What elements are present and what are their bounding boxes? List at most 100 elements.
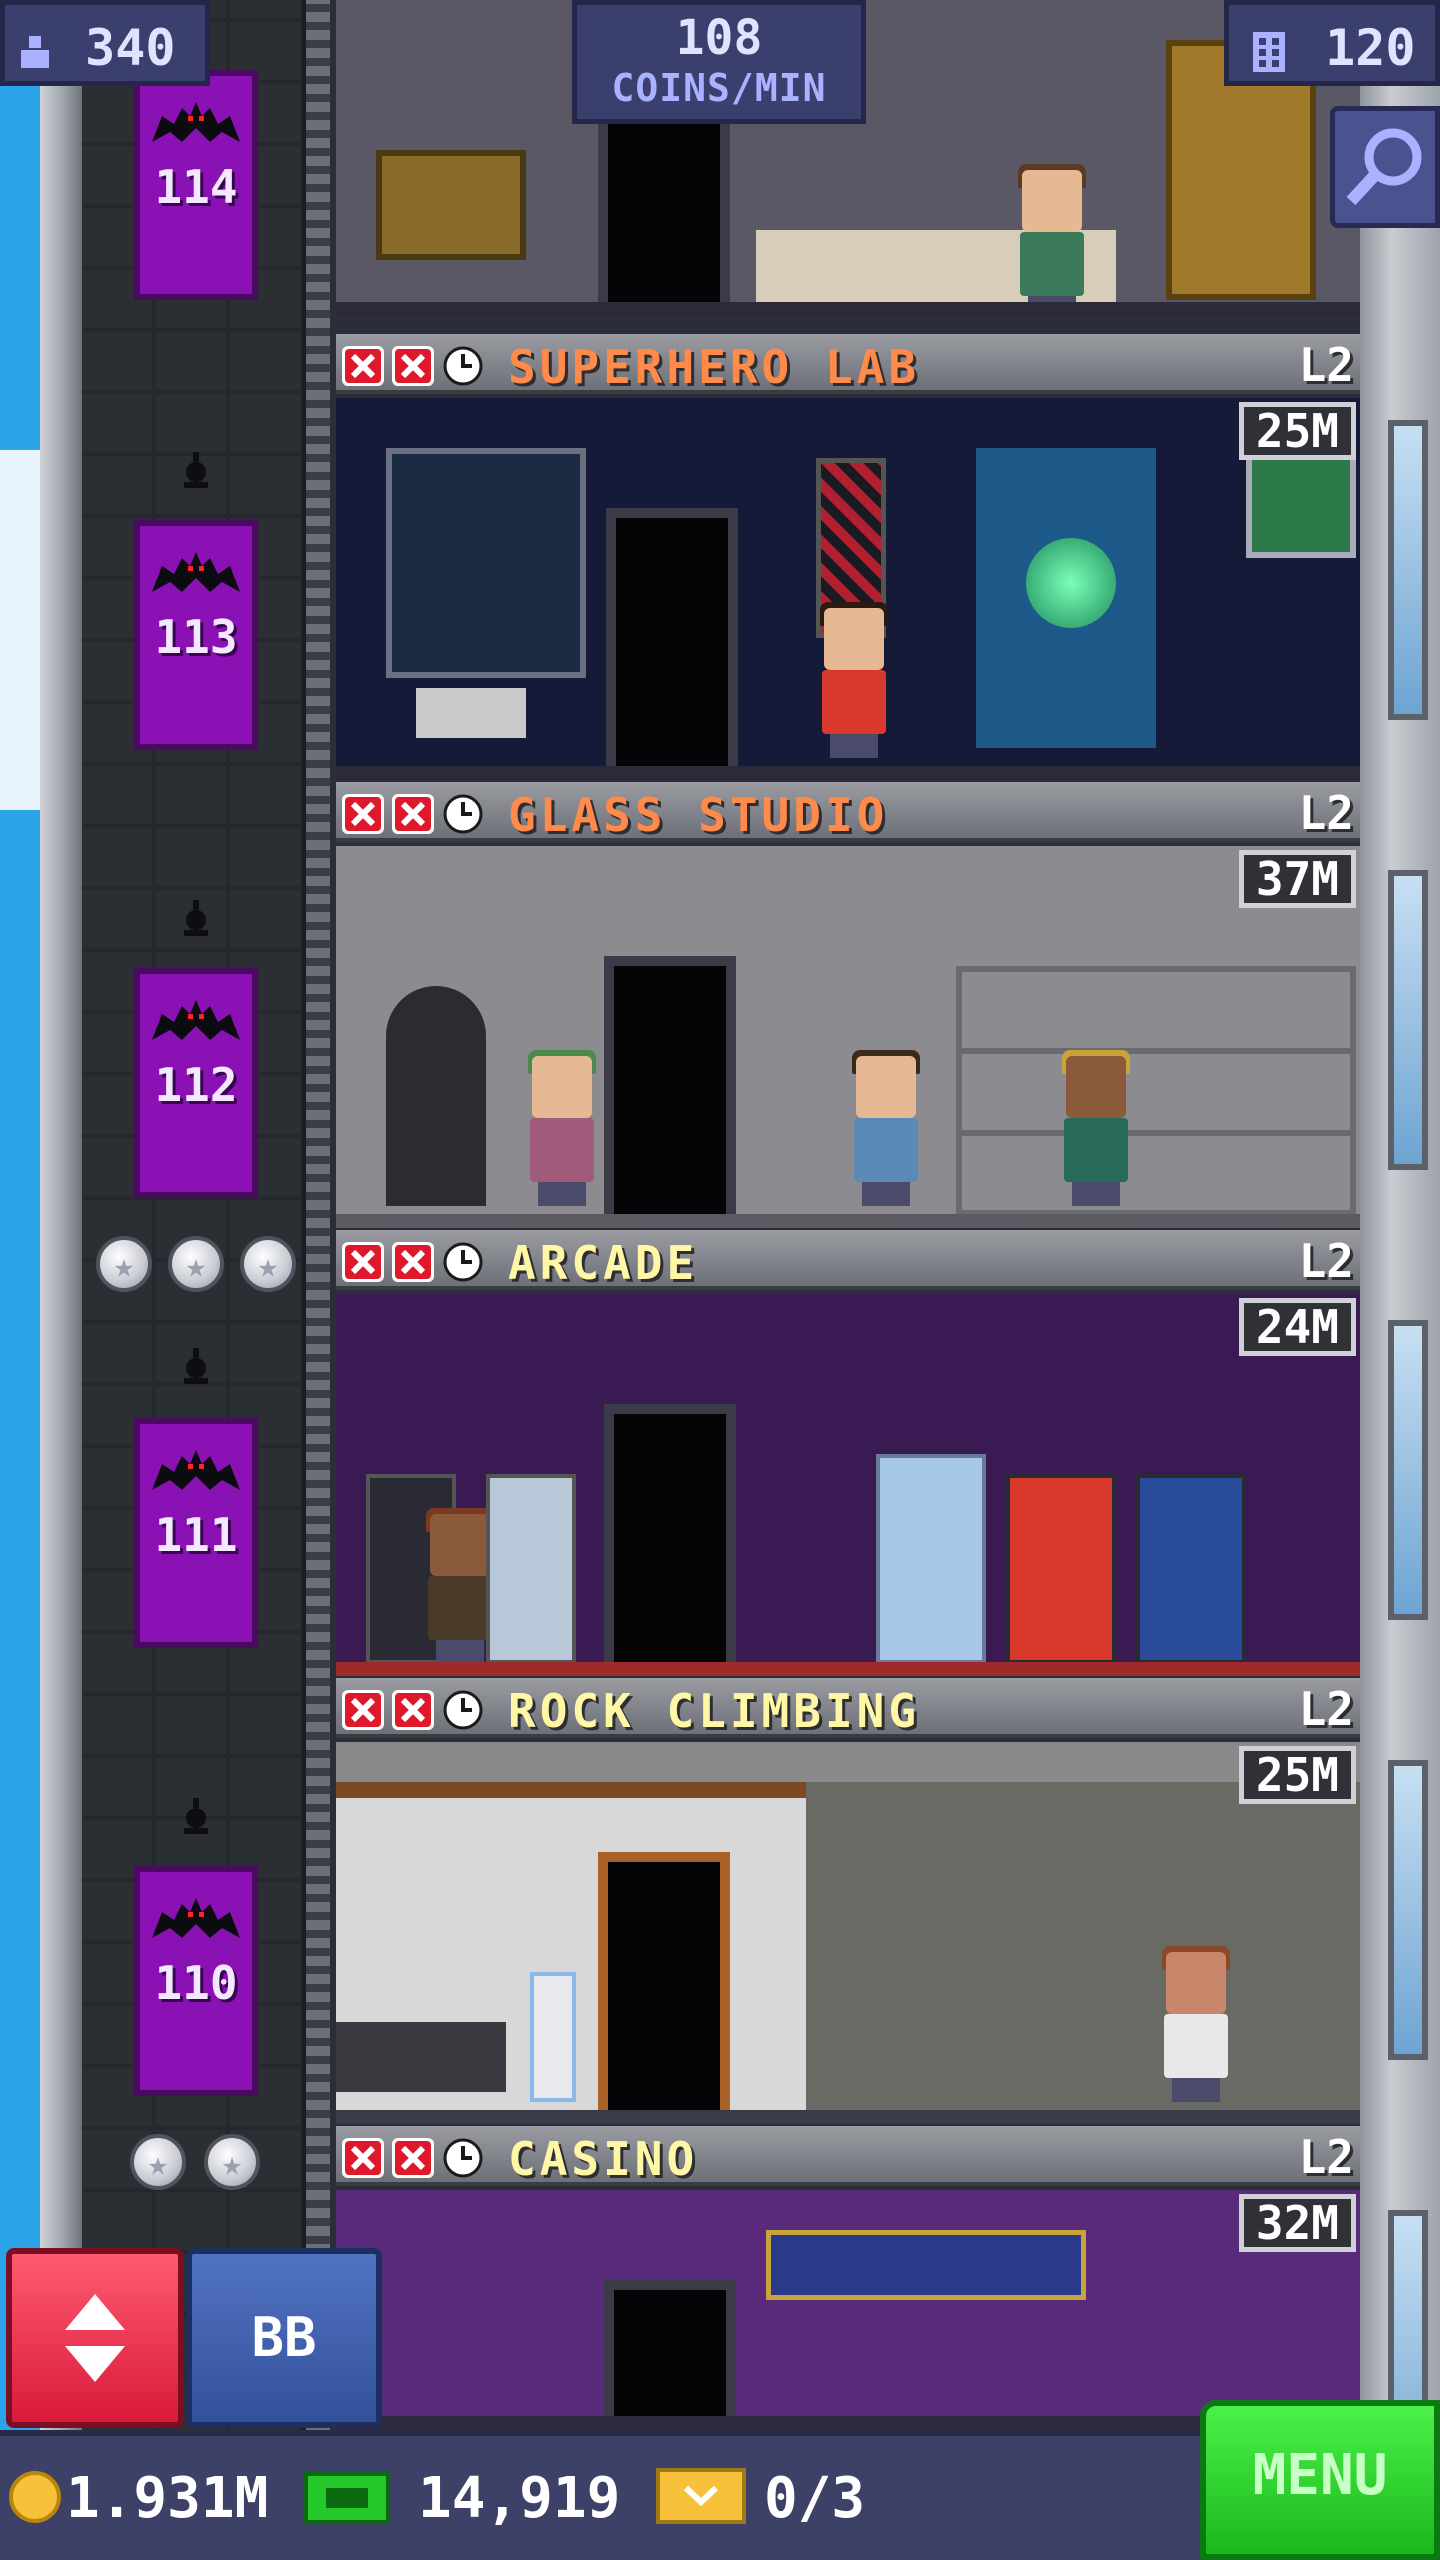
lamp-icon — [180, 452, 212, 492]
elevator-cable — [306, 0, 330, 2560]
arcade-cabinet — [486, 1474, 576, 1664]
sky — [0, 0, 40, 2560]
person[interactable] — [814, 602, 894, 758]
floor-level: L2 — [1298, 2130, 1354, 2184]
floor-rock-climbing[interactable]: ROCK CLIMBING L2 25M — [336, 1678, 1360, 2124]
person[interactable] — [846, 1050, 926, 1206]
close-icon — [392, 346, 434, 386]
elevator-car[interactable]: 113 — [134, 520, 258, 750]
elevator-car[interactable]: 111 — [134, 1418, 258, 1648]
cauldron — [376, 150, 526, 260]
close-icon — [342, 1242, 384, 1282]
close-icon — [342, 1690, 384, 1730]
floor-glass-studio[interactable]: GLASS STUDIO L2 37M — [336, 782, 1360, 1228]
floor-arcade[interactable]: ARCADE L2 24M — [336, 1230, 1360, 1676]
clock-icon — [442, 346, 484, 386]
elevator-button[interactable] — [6, 2248, 184, 2428]
floor-counter[interactable]: 120 — [1224, 0, 1440, 86]
floor-line — [336, 1214, 1360, 1228]
person[interactable] — [1012, 164, 1092, 316]
bux-icon — [304, 2472, 390, 2524]
coins-rate-panel: 108 COINS/MIN — [572, 0, 866, 124]
floor-line — [336, 302, 1360, 316]
ticket-icon — [656, 2468, 746, 2524]
close-icon — [392, 1690, 434, 1730]
elevator-floor-number: 112 — [154, 1058, 238, 1112]
close-icon — [392, 794, 434, 834]
tickets-value: 0/3 — [764, 2466, 866, 2531]
floor-name: GLASS STUDIO — [508, 788, 889, 842]
furnace — [386, 986, 486, 1206]
floor-value: 25M — [1238, 1746, 1356, 1804]
floor-banner: SUPERHERO LAB L2 — [336, 334, 1360, 394]
coins-rate-value: 108 — [675, 10, 763, 66]
star-icon: ★ — [96, 1236, 152, 1292]
cloud — [0, 450, 40, 810]
person[interactable] — [1156, 1946, 1236, 2102]
elevator-floor-number: 111 — [154, 1508, 238, 1562]
search-button[interactable] — [1330, 106, 1440, 228]
tower-outer-wall — [40, 0, 82, 2560]
coin-icon — [9, 2471, 61, 2523]
room-door — [604, 956, 736, 1228]
person[interactable] — [522, 1050, 602, 1206]
clock-icon — [442, 1690, 484, 1730]
population-value: 340 — [85, 19, 176, 77]
floor-name: ROCK CLIMBING — [508, 1684, 921, 1738]
floor-line — [336, 2110, 1360, 2124]
tower-right-wall — [1360, 0, 1440, 2560]
person[interactable] — [1056, 1050, 1136, 1206]
coins-value: 1.931M — [66, 2466, 269, 2531]
population-icon — [21, 35, 49, 68]
bb-button[interactable]: BB — [186, 2248, 382, 2428]
room-door — [604, 1404, 736, 1676]
blueprint-board — [386, 448, 586, 678]
bat-icon — [152, 102, 240, 148]
lamp-icon — [180, 1348, 212, 1388]
bat-icon — [152, 1450, 240, 1496]
floor-level: L2 — [1298, 1234, 1354, 1288]
tower-window — [1388, 870, 1428, 1170]
floors-icon — [1253, 31, 1285, 72]
floor-banner: ROCK CLIMBING L2 — [336, 1678, 1360, 1738]
elevator-car[interactable]: 114 — [134, 70, 258, 300]
floor-banner: CASINO L2 — [336, 2126, 1360, 2186]
population-counter[interactable]: 340 — [0, 0, 210, 86]
floor-level: L2 — [1298, 338, 1354, 392]
floor-superhero-lab[interactable]: SUPERHERO LAB L2 25M — [336, 334, 1360, 780]
star-icon: ★ — [240, 1236, 296, 1292]
claw-machine — [876, 1454, 986, 1664]
menu-button[interactable]: MENU — [1200, 2400, 1440, 2560]
floor-count-value: 120 — [1325, 19, 1416, 77]
bat-icon — [152, 1898, 240, 1944]
tower-window — [1388, 420, 1428, 720]
floor-line — [336, 766, 1360, 780]
tower-window — [1388, 1760, 1428, 2060]
star-icon: ★ — [168, 1236, 224, 1292]
elevator-floor-number: 110 — [154, 1956, 238, 2010]
floor-name: CASINO — [508, 2132, 699, 2186]
close-icon — [342, 2138, 384, 2178]
elevator-car[interactable]: 112 — [134, 968, 258, 1198]
lamp-icon — [180, 1798, 212, 1838]
elevator-car[interactable]: 110 — [134, 1866, 258, 2096]
room-door — [598, 110, 730, 316]
elevator-floor-number: 114 — [154, 160, 238, 214]
floor-level: L2 — [1298, 786, 1354, 840]
floor-value: 37M — [1238, 850, 1356, 908]
close-icon — [342, 794, 384, 834]
arcade-cabinet — [1136, 1474, 1246, 1664]
room-interior — [336, 1742, 1360, 2124]
world-map — [1246, 448, 1356, 558]
clock-icon — [442, 1242, 484, 1282]
coins-rate-unit: COINS/MIN — [611, 66, 827, 110]
reception-desk — [336, 2022, 506, 2092]
room-door — [606, 508, 738, 780]
room-door — [598, 1852, 730, 2124]
floor-casino[interactable]: CASINO L2 32M — [336, 2126, 1360, 2430]
star-icon: ★ — [130, 2134, 186, 2190]
floor-banner: GLASS STUDIO L2 — [336, 782, 1360, 842]
room-interior — [336, 846, 1360, 1228]
close-icon — [342, 346, 384, 386]
tower-window — [1388, 1320, 1428, 1620]
